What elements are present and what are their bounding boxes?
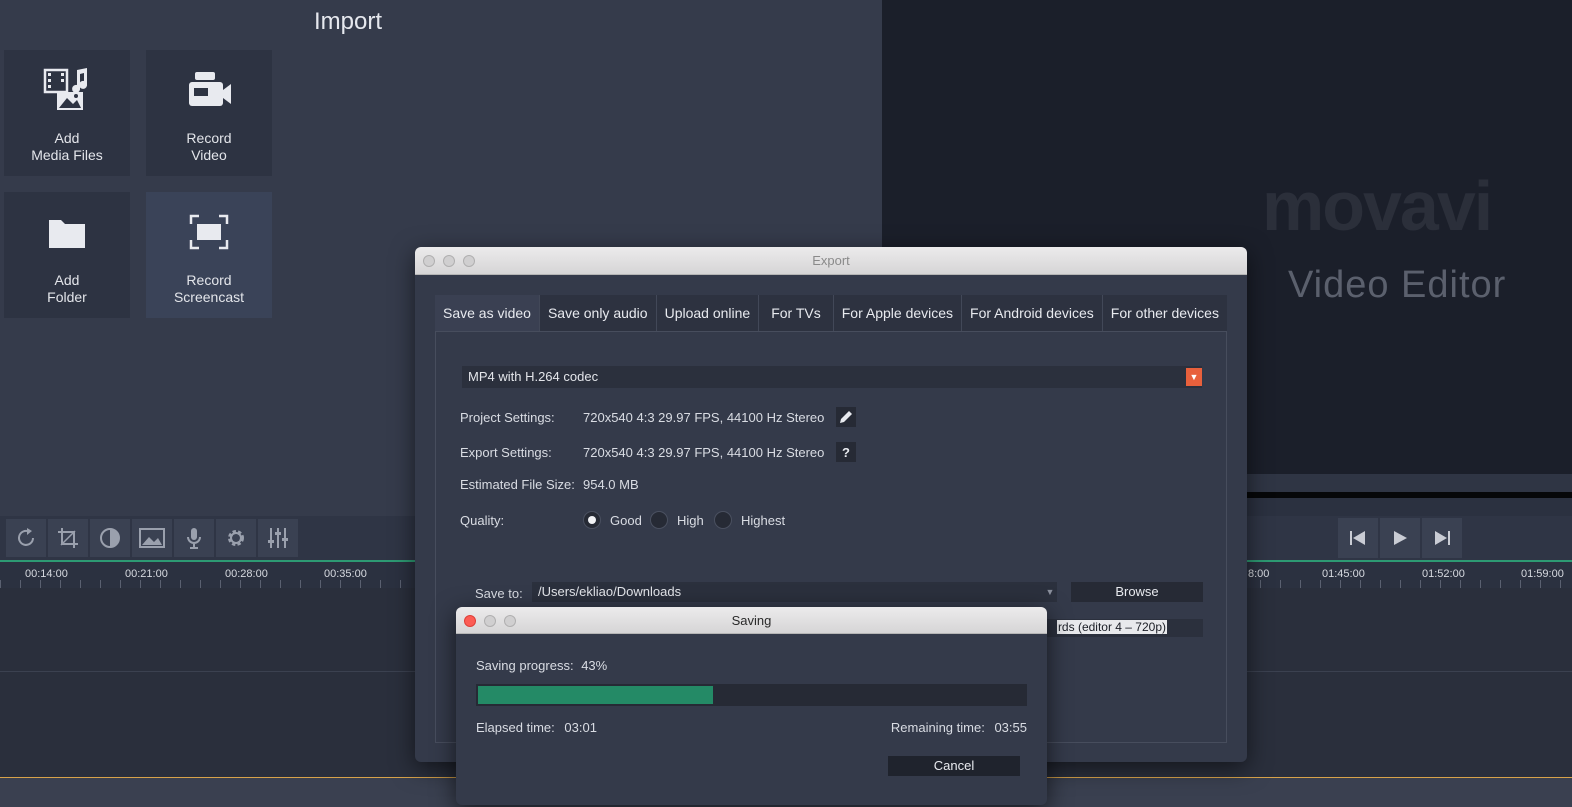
quality-good-radio[interactable] [583, 511, 601, 529]
skip-back-icon [1350, 531, 1365, 545]
movavi-logo: movavi [1262, 172, 1493, 244]
play-button[interactable] [1380, 518, 1420, 558]
microphone-icon [187, 528, 201, 549]
quality-highest-radio[interactable] [714, 511, 732, 529]
save-to-label: Save to: [475, 586, 523, 601]
file-size-value: 954.0 MB [583, 477, 639, 492]
file-size-label: Estimated File Size: [460, 477, 575, 492]
add-media-files-button[interactable]: Add Media Files [4, 50, 130, 176]
record-audio-button[interactable] [174, 519, 214, 557]
project-settings-value: 720x540 4:3 29.97 FPS, 44100 Hz Stereo [583, 410, 825, 425]
add-media-files-label: Add Media Files [31, 130, 103, 163]
video-camera-icon [185, 68, 233, 112]
ruler-tick: 01:52:00 [1422, 568, 1465, 580]
rotate-icon [18, 528, 34, 546]
tab-for-tvs[interactable]: For TVs [759, 295, 834, 331]
export-tabs: Save as video Save only audio Upload onl… [435, 295, 1227, 331]
pencil-icon [840, 411, 852, 423]
screencast-icon [185, 210, 233, 254]
media-files-icon [43, 68, 91, 112]
crop-icon [58, 528, 78, 548]
ruler-tick: 01:59:00 [1521, 568, 1564, 580]
player-controls [1338, 518, 1462, 558]
rotate-button[interactable] [6, 519, 46, 557]
folder-icon [43, 210, 91, 254]
saving-progress-label: Saving progress: [476, 658, 574, 673]
ruler-tick: 00:35:00 [324, 568, 367, 580]
browse-button[interactable]: Browse [1071, 582, 1203, 602]
quality-high-label: High [677, 513, 704, 528]
ruler-tick: 00:14:00 [25, 568, 68, 580]
gear-icon [228, 530, 244, 546]
movavi-logo-text: movavi [1262, 172, 1491, 244]
add-folder-button[interactable]: Add Folder [4, 192, 130, 318]
equalizer-button[interactable] [258, 519, 298, 557]
skip-back-button[interactable] [1338, 518, 1378, 558]
quality-good-label: Good [610, 513, 642, 528]
filename-value: rds (editor 4 – 720p) [1056, 620, 1167, 634]
crop-button[interactable] [48, 519, 88, 557]
chevron-down-icon: ▼ [1045, 587, 1055, 597]
logo-subtitle: Video Editor [1288, 264, 1507, 306]
cancel-button[interactable]: Cancel [888, 756, 1020, 776]
ruler-tick: 00:21:00 [125, 568, 168, 580]
format-select[interactable]: MP4 with H.264 codec ▼ [462, 366, 1202, 388]
tab-save-as-video[interactable]: Save as video [435, 295, 540, 331]
help-icon: ? [842, 444, 850, 460]
saving-title: Saving [731, 613, 772, 628]
settings-button[interactable] [216, 519, 256, 557]
ruler-tick: 00:28:00 [225, 568, 268, 580]
format-select-value: MP4 with H.264 codec [468, 369, 599, 384]
skip-forward-icon [1435, 531, 1450, 545]
quality-high-radio[interactable] [650, 511, 668, 529]
saving-progress-fill [478, 686, 713, 704]
export-settings-label: Export Settings: [460, 445, 552, 460]
edit-project-settings-button[interactable] [836, 407, 856, 427]
ruler-tick: 01:45:00 [1322, 568, 1365, 580]
chevron-down-icon: ▼ [1186, 368, 1202, 386]
color-adjust-icon [100, 528, 120, 548]
saving-dialog: Saving Saving progress: 43% Elapsed time… [456, 607, 1047, 805]
skip-forward-button[interactable] [1422, 518, 1462, 558]
saving-progress-bar [476, 684, 1027, 706]
ruler-tick: 8:00 [1248, 568, 1270, 580]
saving-progress-value: 43% [581, 658, 608, 673]
filename-field[interactable]: rds (editor 4 – 720p) [1041, 619, 1203, 637]
remaining-time-label: Remaining time: [890, 720, 985, 735]
elapsed-time: Elapsed time: 03:01 [476, 720, 597, 735]
remaining-time: Remaining time: 03:55 [891, 720, 1027, 735]
export-settings-value: 720x540 4:3 29.97 FPS, 44100 Hz Stereo [583, 445, 825, 460]
tab-for-apple-devices[interactable]: For Apple devices [834, 295, 963, 331]
image-icon [139, 528, 165, 548]
image-button[interactable] [132, 519, 172, 557]
tab-for-android-devices[interactable]: For Android devices [962, 295, 1103, 331]
tab-for-other-devices[interactable]: For other devices [1103, 295, 1227, 331]
project-settings-label: Project Settings: [460, 410, 555, 425]
record-screencast-label: Record Screencast [173, 272, 245, 305]
elapsed-time-label: Elapsed time: [476, 720, 555, 735]
export-title: Export [812, 253, 850, 268]
equalizer-icon [268, 528, 288, 548]
save-to-path-field[interactable]: /Users/ekliao/Downloads ▼ [532, 582, 1057, 602]
record-video-button[interactable]: Record Video [146, 50, 272, 176]
remaining-time-value: 03:55 [994, 720, 1027, 735]
export-titlebar: Export [415, 247, 1247, 275]
import-title: Import [314, 8, 383, 35]
record-video-label: Record Video [186, 130, 232, 163]
elapsed-time-value: 03:01 [564, 720, 597, 735]
add-folder-label: Add Folder [47, 272, 87, 305]
save-to-path-value: /Users/ekliao/Downloads [538, 584, 682, 599]
tab-upload-online[interactable]: Upload online [657, 295, 760, 331]
record-screencast-button[interactable]: Record Screencast [146, 192, 272, 318]
color-adjust-button[interactable] [90, 519, 130, 557]
tab-save-only-audio[interactable]: Save only audio [540, 295, 657, 331]
quality-highest-label: Highest [741, 513, 786, 528]
help-button[interactable]: ? [836, 442, 856, 462]
saving-progress-text: Saving progress: 43% [476, 658, 607, 673]
play-icon [1394, 531, 1407, 545]
quality-label: Quality: [460, 513, 505, 528]
saving-titlebar: Saving [456, 607, 1047, 634]
preview-scrub-bar[interactable] [1247, 492, 1572, 498]
